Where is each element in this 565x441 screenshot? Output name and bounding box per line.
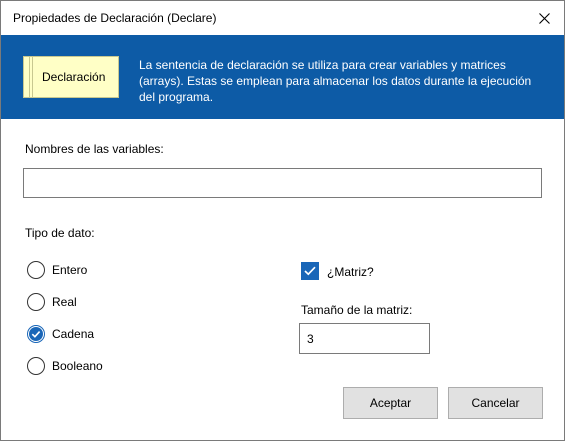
declaration-shape-label: Declaración (42, 70, 106, 84)
radio-checked-icon (29, 327, 43, 341)
cancel-button[interactable]: Cancelar (448, 387, 543, 419)
accept-button[interactable]: Aceptar (343, 387, 438, 419)
matrix-size-input[interactable]: 3 (299, 323, 430, 354)
radio-cadena-label[interactable]: Cadena (52, 327, 94, 341)
radio-real-label[interactable]: Real (52, 295, 77, 309)
radio-booleano[interactable] (27, 357, 45, 375)
matrix-size-label: Tamaño de la matriz: (301, 303, 413, 317)
info-banner: Declaración La sentencia de declaración … (1, 35, 564, 119)
radio-entero-label[interactable]: Entero (52, 263, 87, 277)
banner-description: La sentencia de declaración se utiliza p… (139, 58, 532, 104)
window-title: Propiedades de Declaración (Declare) (13, 11, 217, 25)
title-bar: Propiedades de Declaración (Declare) (1, 1, 564, 35)
variables-input[interactable] (23, 168, 542, 198)
close-icon (538, 12, 550, 24)
matrix-size-value: 3 (307, 331, 314, 346)
declare-properties-dialog: Propiedades de Declaración (Declare) Dec… (0, 0, 565, 441)
variables-label: Nombres de las variables: (25, 142, 164, 156)
radio-cadena[interactable] (27, 325, 45, 343)
declaration-shape-icon: Declaración (23, 56, 119, 98)
radio-entero[interactable] (27, 261, 45, 279)
matrix-checkbox-label[interactable]: ¿Matriz? (327, 265, 374, 279)
close-button[interactable] (524, 1, 564, 35)
radio-booleano-label[interactable]: Booleano (52, 359, 103, 373)
matrix-checkbox[interactable] (301, 262, 319, 280)
check-icon (304, 266, 316, 276)
radio-real[interactable] (27, 293, 45, 311)
data-type-label: Tipo de dato: (25, 226, 95, 240)
